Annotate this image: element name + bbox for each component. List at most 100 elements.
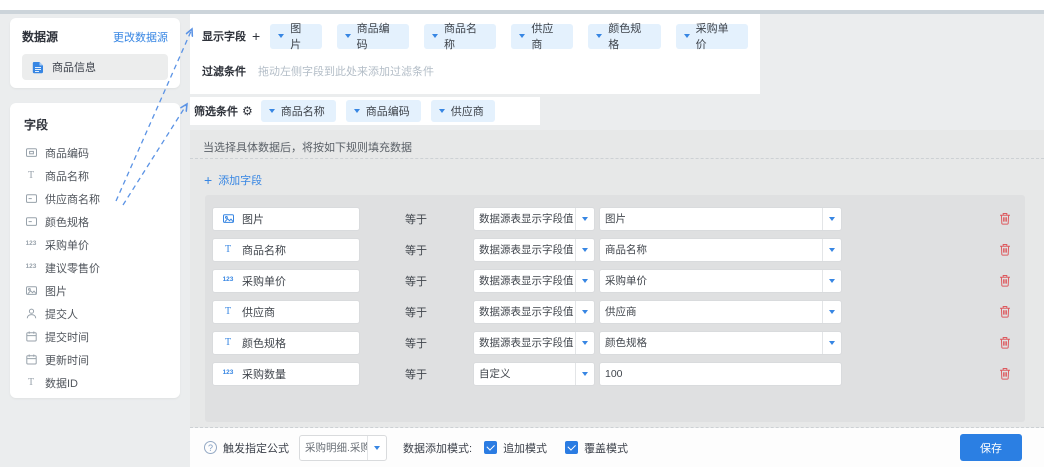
field-item[interactable]: T 商品名称 [10, 164, 180, 187]
field-item[interactable]: 更新时间 [10, 348, 180, 371]
rule-field-box[interactable]: 123 采购单价 [212, 269, 360, 293]
rule-value-select[interactable]: 颜色规格 [599, 331, 842, 355]
calendar-icon [24, 330, 38, 343]
gear-icon[interactable]: ⚙ [242, 105, 253, 117]
chevron-down-icon [575, 363, 594, 385]
display-field-tag[interactable]: 供应商 [511, 24, 573, 49]
operator-label: 等于 [405, 211, 431, 227]
chevron-down-icon [684, 34, 690, 38]
rule-row: T 供应商 等于 数据源表显示字段值 供应商 [205, 296, 1025, 327]
datasource-item-label: 商品信息 [52, 59, 96, 75]
number-icon: 123 [24, 241, 38, 248]
fields-title: 字段 [10, 116, 180, 141]
field-item[interactable]: 提交人 [10, 302, 180, 325]
screen-conditions-label: 筛选条件 [194, 103, 238, 119]
datasource-card: 数据源 更改数据源 商品信息 [10, 18, 180, 88]
checkbox-checked-icon [565, 441, 578, 454]
chevron-down-icon [596, 34, 602, 38]
delete-row-icon[interactable] [999, 212, 1011, 225]
display-field-tag[interactable]: 采购单价 [676, 24, 748, 49]
field-item[interactable]: 123 采购单价 [10, 233, 180, 256]
display-field-tag[interactable]: 商品名称 [424, 24, 496, 49]
chevron-down-icon [345, 34, 351, 38]
rule-source-select[interactable]: 数据源表显示字段值 [473, 238, 595, 262]
rule-value-input[interactable]: 100 [599, 362, 842, 386]
append-mode-checkbox[interactable]: 追加模式 [484, 440, 547, 456]
field-item[interactable]: 商品编码 [10, 141, 180, 164]
screen-condition-tag[interactable]: 商品编码 [346, 100, 421, 122]
text-icon: T [221, 307, 235, 317]
operator-label: 等于 [405, 273, 431, 289]
delete-row-icon[interactable] [999, 305, 1011, 318]
checkbox-checked-icon [484, 441, 497, 454]
rule-source-select[interactable]: 数据源表显示字段值 [473, 331, 595, 355]
chevron-down-icon [575, 208, 594, 230]
save-button[interactable]: 保存 [960, 434, 1022, 461]
chevron-down-icon [367, 436, 386, 460]
rule-field-box[interactable]: T 商品名称 [212, 238, 360, 262]
display-field-tag[interactable]: 商品编码 [337, 24, 409, 49]
number-icon: 123 [221, 277, 235, 284]
person-icon [24, 307, 38, 320]
chevron-down-icon [575, 301, 594, 323]
display-field-tag[interactable]: 颜色规格 [588, 24, 660, 49]
id-box-icon [24, 146, 38, 159]
rule-field-box[interactable]: T 供应商 [212, 300, 360, 324]
rule-field-box[interactable]: 123 采购数量 [212, 362, 360, 386]
field-item[interactable]: T 数据ID [10, 371, 180, 394]
rule-field-box[interactable]: 图片 [212, 207, 360, 231]
chevron-down-icon [822, 270, 841, 292]
display-filter-panel: 显示字段 + 图片 商品编码 商品名称 供应商 颜色规格 采购单价 过滤条件 拖… [190, 14, 760, 94]
data-add-mode-label: 数据添加模式: [403, 440, 472, 456]
rule-row: T 颜色规格 等于 数据源表显示字段值 颜色规格 [205, 327, 1025, 358]
rule-row: 123 采购数量 等于 自定义 100 [205, 358, 1025, 389]
screen-conditions-panel: 筛选条件 ⚙ 商品名称 商品编码 供应商 [190, 97, 540, 125]
add-field-button[interactable]: + 添加字段 [204, 172, 262, 188]
rule-source-select[interactable]: 数据源表显示字段值 [473, 269, 595, 293]
delete-row-icon[interactable] [999, 274, 1011, 287]
field-item[interactable]: 供应商名称 [10, 187, 180, 210]
field-item[interactable]: 图片 [10, 279, 180, 302]
rule-source-select[interactable]: 数据源表显示字段值 [473, 300, 595, 324]
rule-value-select[interactable]: 采购单价 [599, 269, 842, 293]
delete-row-icon[interactable] [999, 336, 1011, 349]
rule-row: T 商品名称 等于 数据源表显示字段值 商品名称 [205, 234, 1025, 265]
number-icon: 123 [221, 370, 235, 377]
number-icon: 123 [24, 264, 38, 271]
screen-condition-tag[interactable]: 供应商 [431, 100, 495, 122]
rule-value-select[interactable]: 图片 [599, 207, 842, 231]
screen-condition-tag[interactable]: 商品名称 [261, 100, 336, 122]
formula-select[interactable]: 采购明细.采购... [299, 435, 387, 461]
add-display-field-button[interactable]: + [252, 29, 260, 43]
field-item[interactable]: 提交时间 [10, 325, 180, 348]
field-item[interactable]: 颜色规格 [10, 210, 180, 233]
help-icon[interactable]: ? [204, 441, 217, 454]
footer-bar: ? 触发指定公式 采购明细.采购... 数据添加模式: 追加模式 覆盖模式 保存 [190, 428, 1044, 467]
text-icon: T [24, 378, 38, 388]
rule-source-select[interactable]: 数据源表显示字段值 [473, 207, 595, 231]
datasource-title: 数据源 [22, 28, 58, 45]
field-item[interactable]: 123 建议零售价 [10, 256, 180, 279]
operator-label: 等于 [405, 304, 431, 320]
datasource-item[interactable]: 商品信息 [22, 54, 168, 80]
change-datasource-link[interactable]: 更改数据源 [113, 29, 168, 45]
delete-row-icon[interactable] [999, 367, 1011, 380]
fields-card: 字段 商品编码 T 商品名称 供应商名称 颜色规格 123 采购单价 123 建… [10, 103, 180, 398]
overwrite-mode-checkbox[interactable]: 覆盖模式 [565, 440, 628, 456]
filter-conditions-label: 过滤条件 [202, 63, 246, 79]
chevron-down-icon [269, 109, 275, 113]
rule-source-select[interactable]: 自定义 [473, 362, 595, 386]
delete-row-icon[interactable] [999, 243, 1011, 256]
display-field-tag[interactable]: 图片 [270, 24, 321, 49]
rule-value-select[interactable]: 供应商 [599, 300, 842, 324]
operator-label: 等于 [405, 242, 431, 258]
chevron-down-icon [822, 332, 841, 354]
operator-label: 等于 [405, 335, 431, 351]
text-icon: T [221, 245, 235, 255]
chevron-down-icon [432, 34, 438, 38]
filter-drop-placeholder: 拖动左侧字段到此处来添加过滤条件 [258, 63, 434, 79]
rules-hint-text: 当选择具体数据后，将按如下规则填充数据 [203, 139, 412, 155]
text-icon: T [221, 338, 235, 348]
rule-field-box[interactable]: T 颜色规格 [212, 331, 360, 355]
rule-value-select[interactable]: 商品名称 [599, 238, 842, 262]
